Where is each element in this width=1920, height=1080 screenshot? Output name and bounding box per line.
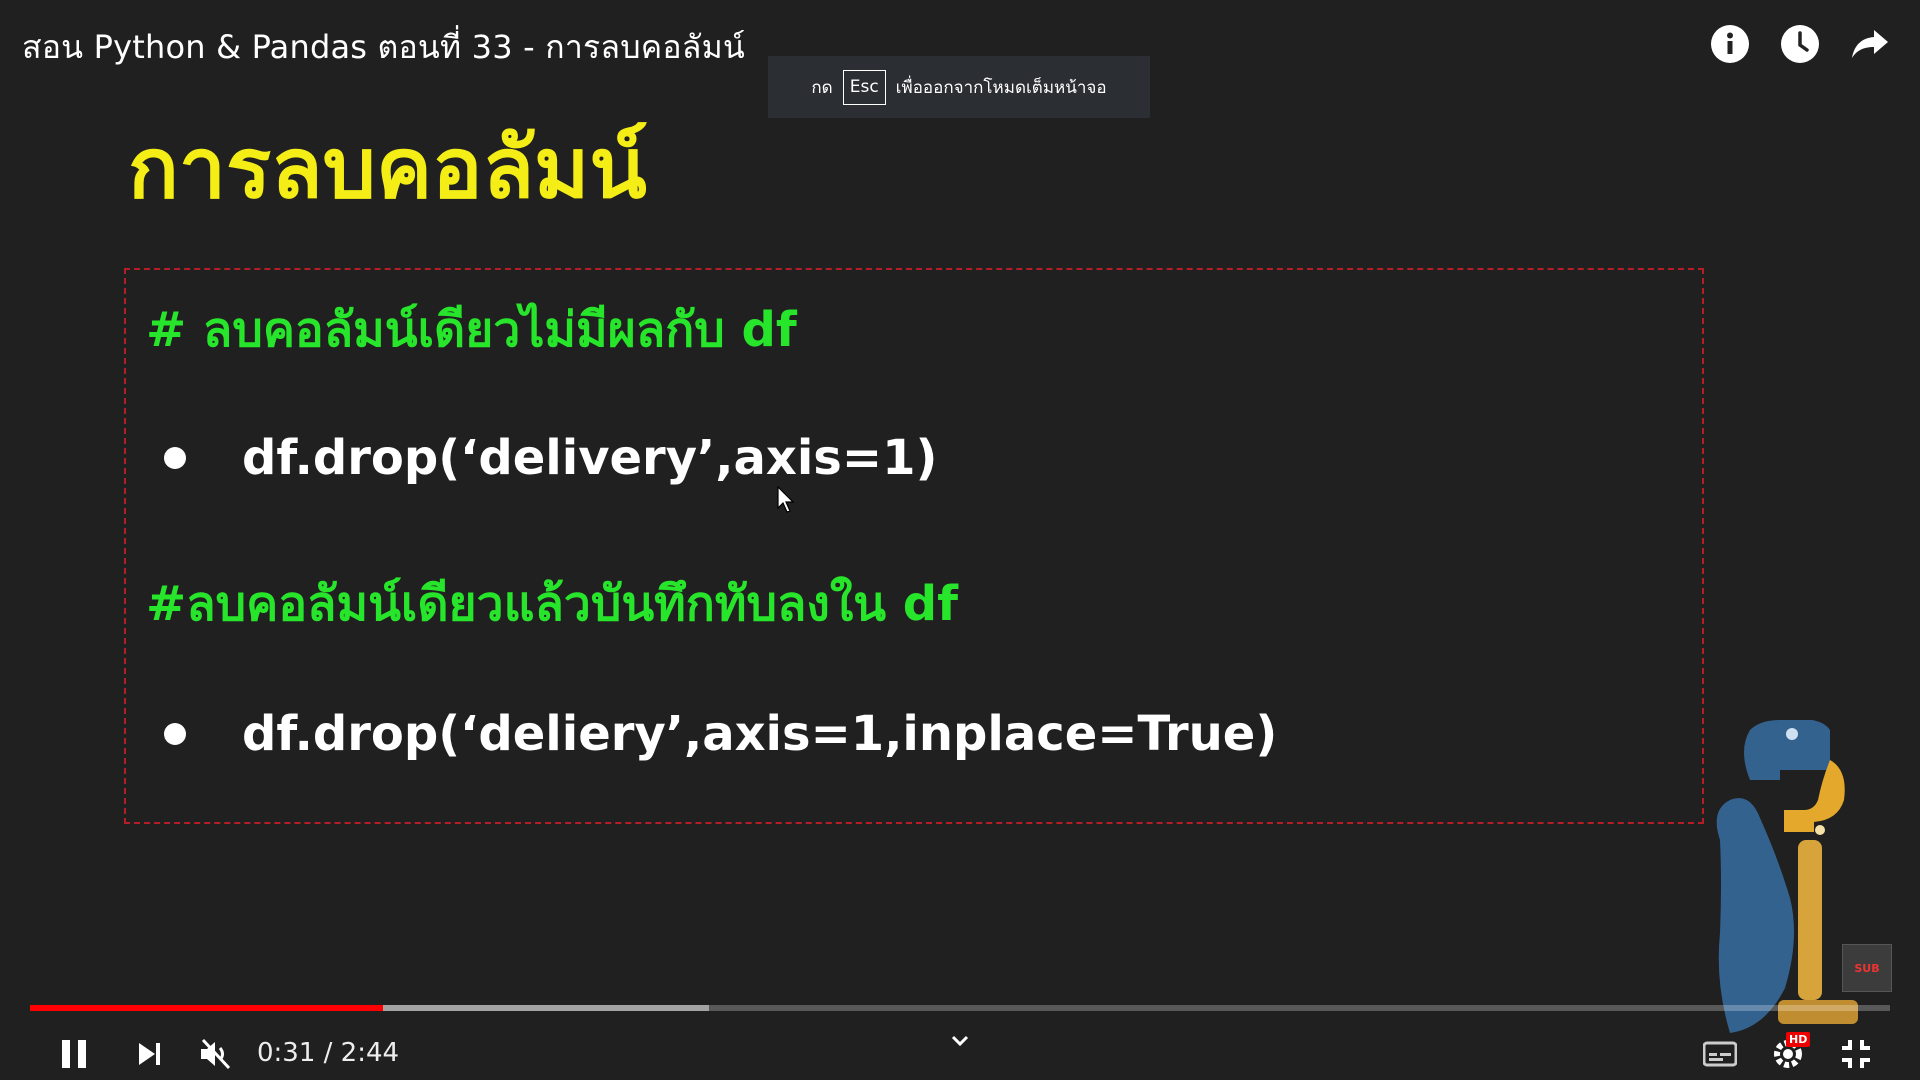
slide-heading: การลบคอลัมน์ [128,119,647,217]
mouse-cursor-icon [777,486,795,513]
esc-prefix: กด [811,77,833,98]
next-icon [139,1043,160,1065]
info-icon[interactable] [1708,22,1752,66]
exit-fullscreen-button[interactable] [1834,1032,1878,1076]
share-icon[interactable] [1848,22,1892,66]
top-actions [1708,22,1892,66]
muted-volume-icon [201,1038,231,1070]
more-videos-button[interactable] [942,1026,978,1056]
progress-played [30,1005,384,1011]
mute-button[interactable] [194,1032,238,1076]
hd-badge: HD [1786,1032,1811,1047]
player-controls: 0:31 / 2:44 HD [0,1026,1920,1080]
subscribe-badge[interactable]: SUB [1842,944,1892,992]
chevron-down-icon [951,1035,969,1047]
code-box: # ลบคอลัมน์เดียวไม่มีผลกับ df df.drop(‘d… [124,268,1704,824]
video-player[interactable]: การลบคอลัมน์ # ลบคอลัมน์เดียวไม่มีผลกับ … [0,0,1920,1080]
next-button[interactable] [128,1032,172,1076]
bullet-icon [164,723,186,745]
exit-fullscreen-icon [1842,1040,1870,1068]
time-display: 0:31 / 2:44 [257,1038,400,1068]
bullet-icon [164,447,186,469]
comment-line: #ลบคอลัมน์เดียวแล้วบันทึกทับลงใน df [146,576,959,632]
subtitles-button[interactable] [1698,1032,1742,1076]
exit-fullscreen-toast: กด Esc เพื่อออกจากโหมดเต็มหน้าจอ [768,56,1150,118]
pandas-python-mascot [1716,720,1858,1033]
comment-line: # ลบคอลัมน์เดียวไม่มีผลกับ df [146,302,797,358]
esc-key: Esc [842,69,886,105]
pause-button[interactable] [52,1032,96,1076]
code-text: df.drop(‘deliery’,axis=1,inplace=True) [242,706,1278,762]
code-text: df.drop(‘delivery’,axis=1) [242,430,938,486]
subtitles-icon [1703,1041,1737,1067]
progress-bar[interactable] [30,1005,1890,1011]
esc-suffix: เพื่อออกจากโหมดเต็มหน้าจอ [895,77,1107,98]
pause-icon [62,1040,86,1068]
video-title[interactable]: สอน Python & Pandas ตอนที่ 33 - การลบคอล… [22,22,745,73]
code-line: df.drop(‘deliery’,axis=1,inplace=True) [164,706,1277,762]
watch-later-icon[interactable] [1778,22,1822,66]
settings-button[interactable]: HD [1766,1032,1811,1076]
code-line: df.drop(‘delivery’,axis=1) [164,430,937,486]
